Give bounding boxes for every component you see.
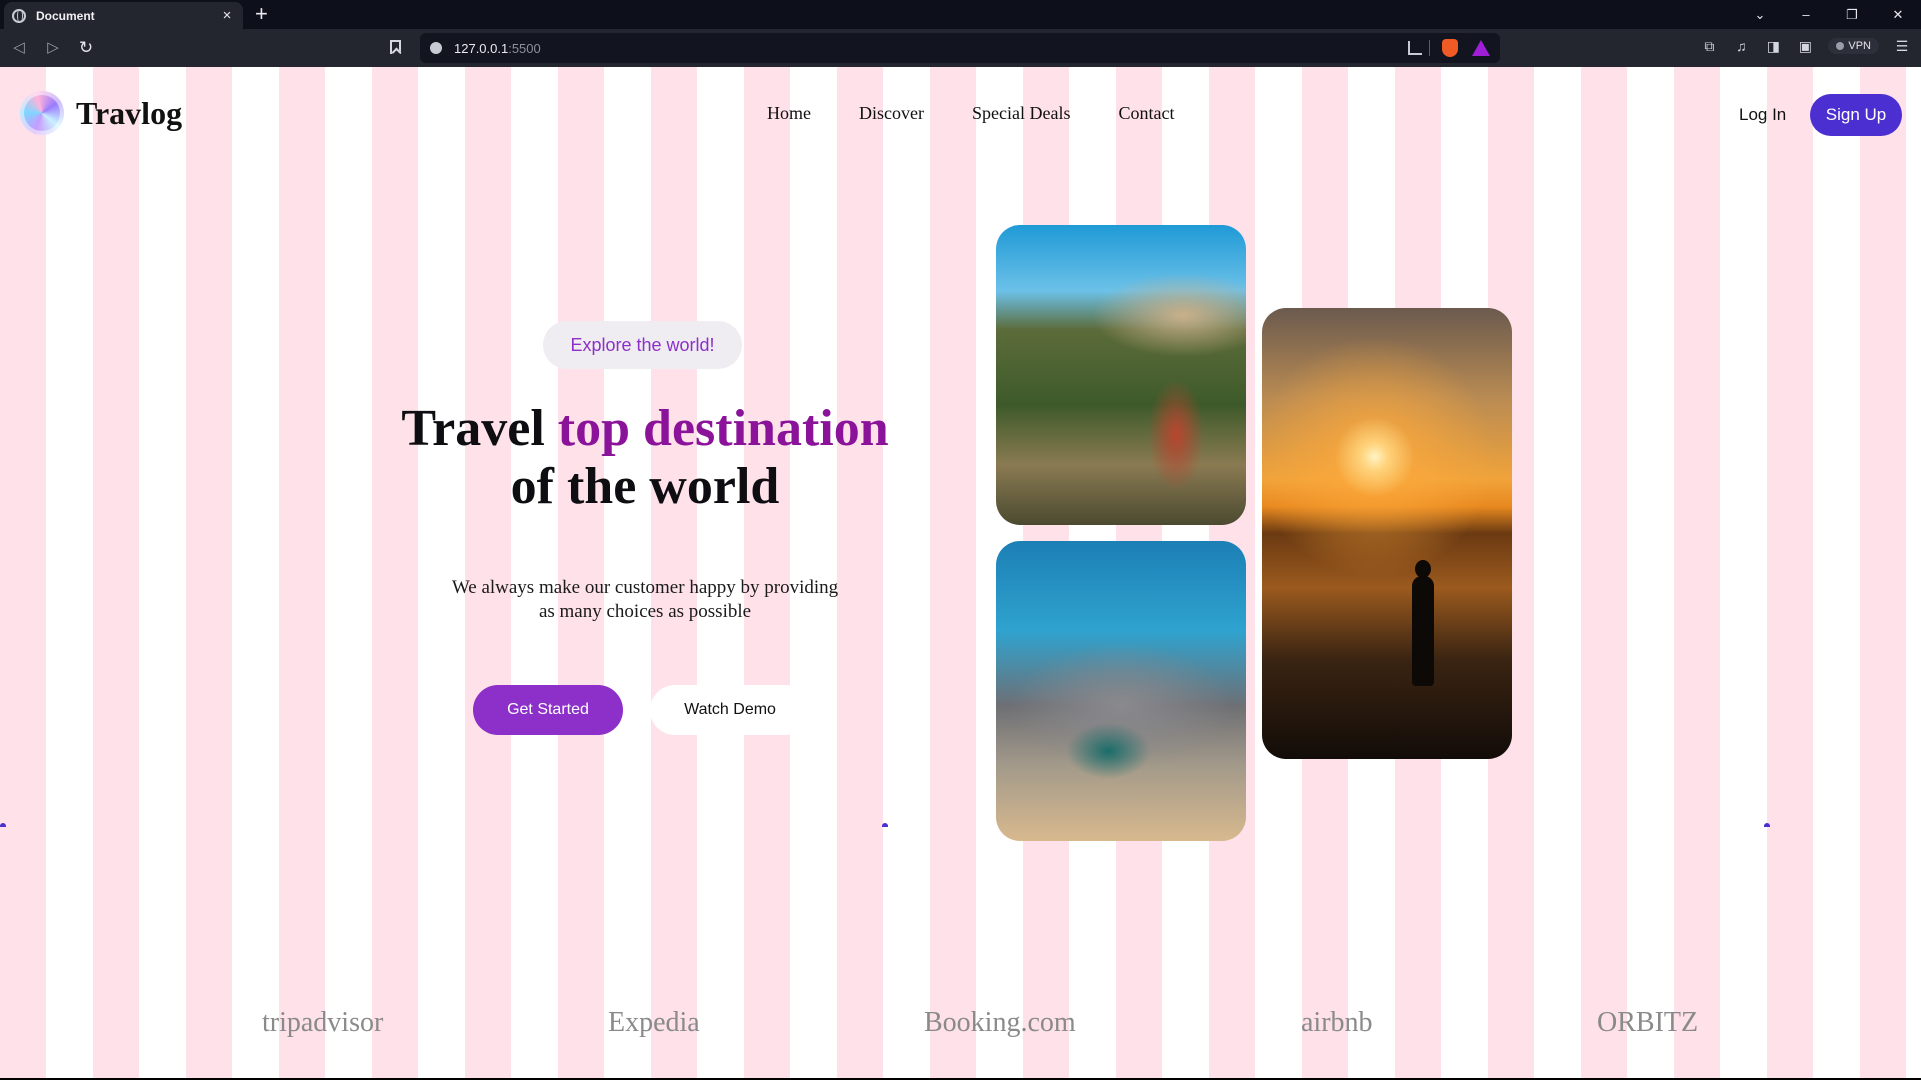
partner-tripadvisor: tripadvisor — [262, 1007, 384, 1038]
hero-subtext: We always make our customer happy by pro… — [420, 576, 870, 624]
vpn-button[interactable]: VPN — [1828, 38, 1879, 54]
headline-part1: Travel — [401, 400, 558, 457]
scroll-marker — [0, 823, 6, 827]
main-nav: Home Discover Special Deals Contact — [767, 103, 1174, 124]
partner-booking: Booking.com — [924, 1007, 1076, 1038]
headline-accent: top destination — [557, 400, 889, 457]
back-button[interactable]: ◁ — [8, 37, 30, 59]
partner-orbitz: ORBITZ — [1597, 1007, 1699, 1038]
sidebar-icon[interactable]: ◨ — [1764, 37, 1782, 55]
forward-button[interactable]: ▷ — [42, 37, 64, 59]
url-text[interactable]: 127.0.0.1:5500 — [454, 41, 541, 56]
web-page: Travlog Home Discover Special Deals Cont… — [0, 67, 1921, 1078]
sunset-surfer-photo — [1262, 308, 1512, 759]
address-bar[interactable]: 127.0.0.1:5500 — [420, 33, 1500, 63]
brave-shields-icon[interactable] — [1442, 39, 1458, 57]
vpn-label: VPN — [1848, 40, 1871, 52]
nav-contact[interactable]: Contact — [1118, 103, 1174, 124]
extensions-icon[interactable]: ⧉ — [1700, 37, 1718, 55]
headline-part2: of the world — [510, 458, 780, 515]
menu-icon[interactable]: ☰ — [1893, 37, 1911, 55]
mountain-hiker-photo — [996, 225, 1246, 525]
get-started-button[interactable]: Get Started — [473, 685, 623, 735]
scroll-marker — [1764, 823, 1770, 827]
partner-expedia: Expedia — [608, 1007, 700, 1038]
rocky-coast-photo — [996, 541, 1246, 841]
browser-tab[interactable]: Document × — [4, 2, 243, 29]
site-logo[interactable]: Travlog — [20, 91, 182, 135]
surfer-silhouette — [1412, 560, 1434, 686]
close-window-button[interactable]: ✕ — [1875, 7, 1921, 23]
site-info-icon[interactable] — [430, 42, 442, 54]
vpn-status-icon — [1836, 42, 1845, 50]
browser-tab-bar: Document × + ⌄ – ❐ ✕ — [0, 0, 1921, 29]
minimize-button[interactable]: – — [1783, 7, 1829, 22]
nav-special-deals[interactable]: Special Deals — [972, 103, 1070, 124]
reload-button[interactable]: ↻ — [75, 37, 97, 59]
url-divider — [1429, 40, 1430, 56]
login-link[interactable]: Log In — [1739, 105, 1786, 125]
nav-discover[interactable]: Discover — [859, 103, 924, 124]
tab-title: Document — [36, 8, 95, 23]
extension-icons: ⧉ ♫ ◨ ▣ VPN ☰ — [1700, 37, 1911, 55]
nav-home[interactable]: Home — [767, 103, 811, 124]
partner-logos: tripadvisor Expedia Booking.com airbnb O… — [0, 1007, 1921, 1057]
bookmark-icon[interactable] — [390, 40, 401, 54]
brave-rewards-icon[interactable] — [1472, 40, 1490, 56]
explore-pill: Explore the world! — [543, 321, 742, 369]
scroll-marker — [882, 823, 888, 827]
window-controls: ⌄ – ❐ ✕ — [1737, 0, 1921, 29]
watch-demo-button[interactable]: Watch Demo — [650, 685, 810, 735]
share-icon[interactable] — [1408, 41, 1422, 55]
globe-icon — [12, 8, 26, 23]
browser-toolbar: ◁ ▷ ↻ 127.0.0.1:5500 ⧉ ♫ ◨ ▣ VPN ☰ — [0, 29, 1921, 67]
tab-close-button[interactable]: × — [219, 8, 235, 23]
logo-text: Travlog — [76, 94, 183, 131]
globe-logo-icon — [20, 91, 64, 135]
media-icon[interactable]: ♫ — [1732, 37, 1750, 55]
wallet-icon[interactable]: ▣ — [1796, 37, 1814, 55]
tab-search-button[interactable]: ⌄ — [1737, 7, 1783, 23]
partner-airbnb: airbnb — [1301, 1007, 1373, 1038]
subtext-line1: We always make our customer happy by pro… — [451, 577, 839, 598]
hero-headline: Travel top destination of the world — [340, 400, 950, 516]
restore-button[interactable]: ❐ — [1829, 7, 1875, 23]
subtext-line2: as many choices as possible — [538, 601, 752, 622]
new-tab-button[interactable]: + — [255, 3, 268, 25]
signup-button[interactable]: Sign Up — [1810, 94, 1902, 136]
